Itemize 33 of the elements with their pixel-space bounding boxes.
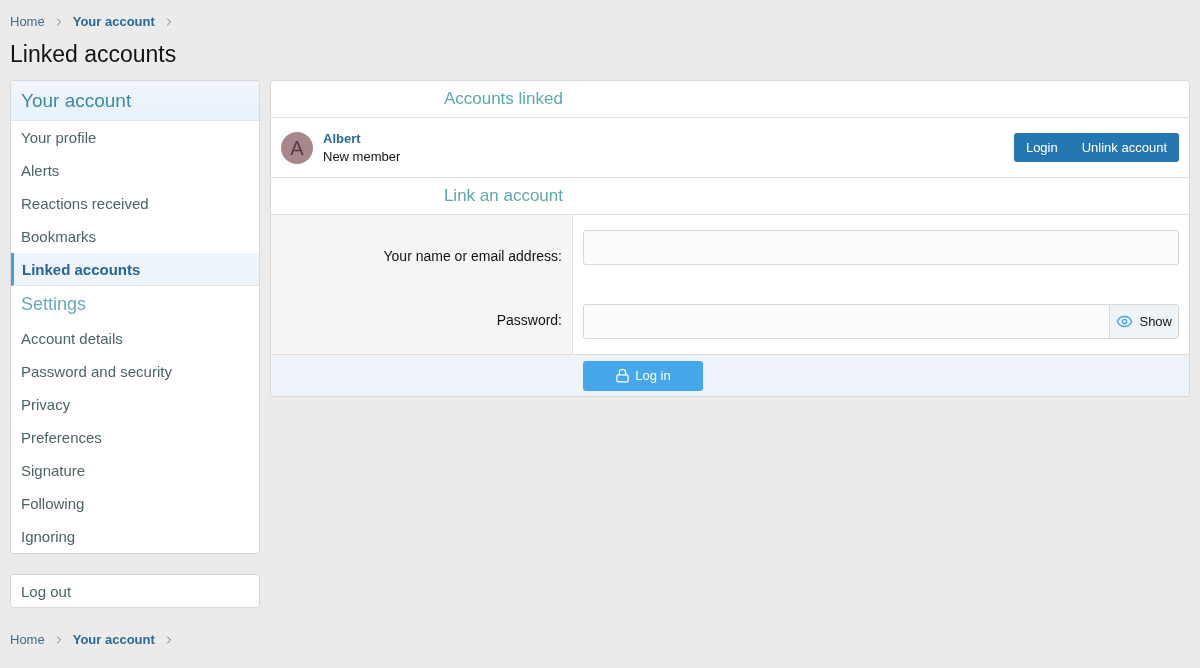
account-action-button[interactable]: Unlink account [1069, 133, 1179, 163]
sidebar-heading: Settings [20, 292, 88, 316]
sidebar-item[interactable]: Your profile [11, 121, 259, 155]
member-name[interactable]: Albert [323, 129, 401, 148]
section-heading: Accounts linked [442, 88, 564, 111]
sidebar-item[interactable]: Reactions received [11, 187, 259, 221]
sidebar-item[interactable]: Alerts [11, 154, 259, 188]
show-password-button[interactable]: Show [1109, 305, 1178, 339]
logout-link[interactable]: Log out [10, 574, 260, 609]
sidebar-item[interactable]: Preferences [11, 421, 259, 455]
lock-icon [615, 368, 631, 384]
breadcrumb-link[interactable]: Your account [72, 12, 155, 32]
sidebar-item[interactable]: Following [11, 487, 259, 521]
field-label: Your name or email address: [383, 247, 562, 267]
section-heading: Link an account [442, 185, 564, 208]
breadcrumb-link[interactable]: Home [10, 12, 45, 32]
field-label: Password: [496, 311, 562, 331]
member-role: New member [323, 147, 401, 166]
avatar: A [281, 131, 313, 164]
page-title: Linked accounts [10, 39, 178, 69]
input-field[interactable] [583, 230, 1179, 266]
sidebar-heading: Your account [11, 81, 259, 122]
account-action-button[interactable]: Login [1013, 133, 1070, 163]
sidebar-item[interactable]: Signature [11, 454, 259, 488]
sidebar-item[interactable]: Ignoring [11, 520, 259, 554]
sidebar-item[interactable]: Account details [11, 322, 259, 356]
sidebar-item[interactable]: Linked accounts [11, 253, 259, 287]
breadcrumb-link[interactable]: Home [10, 630, 45, 650]
password-field[interactable]: Show [583, 304, 1179, 340]
sidebar-item[interactable]: Bookmarks [11, 220, 259, 254]
sidebar-item[interactable]: Privacy [11, 388, 259, 422]
breadcrumb-link[interactable]: Your account [72, 630, 155, 650]
sidebar-item[interactable]: Password and security [11, 355, 259, 389]
